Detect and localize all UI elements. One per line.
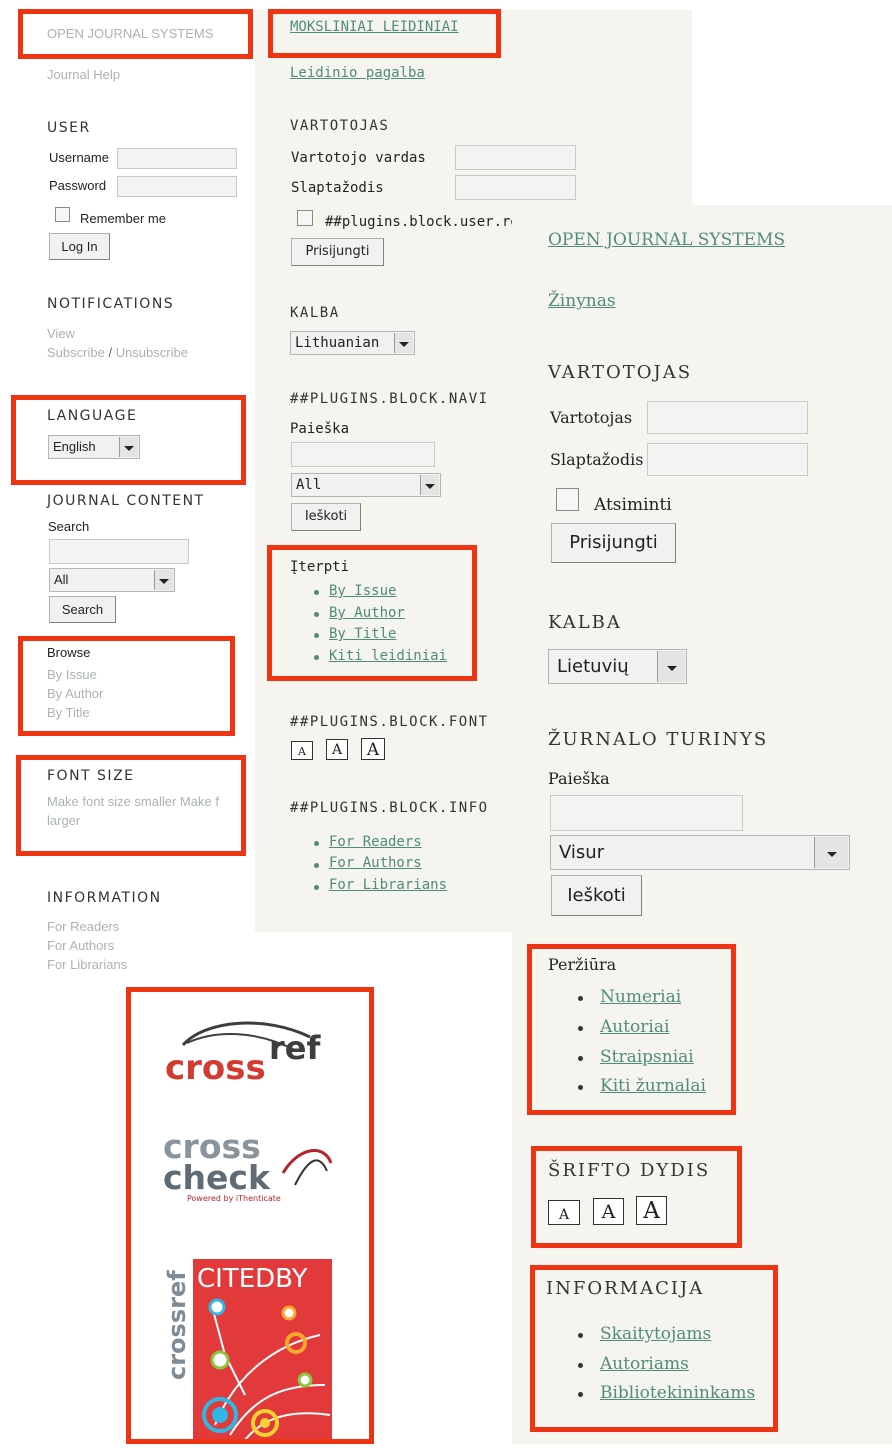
info-librarians-link[interactable]: For Librarians (47, 957, 127, 972)
help-link[interactable]: Žinynas (548, 291, 616, 311)
help-link[interactable]: Leidinio pagalba (290, 65, 425, 81)
unsubscribe-link[interactable]: Unsubscribe (116, 345, 188, 360)
language-selected: Lietuvių (557, 656, 629, 677)
search-button[interactable]: Ieškoti (291, 503, 361, 531)
highlight-box (531, 1146, 742, 1248)
password-label: Slaptažodis (291, 180, 384, 196)
search-scope-select[interactable]: All (49, 568, 175, 592)
search-label: Paieška (548, 769, 610, 788)
search-label: Paieška (290, 421, 350, 437)
highlight-box (527, 944, 736, 1115)
search-button[interactable]: Ieškoti (551, 875, 642, 916)
font-large-button[interactable]: A (361, 738, 385, 760)
password-label: Password (49, 178, 107, 193)
search-label: Search (48, 519, 90, 534)
remember-checkbox[interactable] (556, 488, 579, 511)
chevron-down-icon (657, 651, 685, 682)
highlight-box (126, 987, 374, 1444)
info-librarians-link[interactable]: For Librarians (329, 877, 447, 893)
chevron-down-icon (394, 333, 413, 353)
highlight-box (530, 1265, 778, 1432)
highlight-box (18, 636, 235, 736)
search-input[interactable] (291, 442, 435, 467)
search-scope-selected: Visur (559, 842, 605, 863)
info-readers-link[interactable]: For Readers (47, 919, 119, 934)
search-scope-selected: All (296, 477, 322, 493)
language-heading: KALBA (290, 305, 340, 321)
chevron-down-icon (814, 837, 848, 868)
subscribe-line: Subscribe / Unsubscribe (47, 345, 188, 360)
search-scope-select[interactable]: Visur (550, 835, 850, 870)
username-input[interactable] (647, 401, 808, 434)
info-authors-link[interactable]: For Authors (329, 855, 422, 871)
language-select[interactable]: Lietuvių (548, 649, 687, 684)
username-label: Vartotojo vardas (291, 150, 426, 166)
journal-help-link[interactable]: Journal Help (47, 67, 120, 82)
highlight-box (16, 755, 246, 856)
bullet-icon (314, 863, 319, 868)
remember-label: ##plugins.block.user.re (325, 214, 517, 230)
username-label: Username (49, 150, 109, 165)
highlight-box (268, 9, 501, 58)
highlight-box (18, 9, 253, 59)
site-title-link[interactable]: OPEN JOURNAL SYSTEMS (548, 230, 785, 250)
search-input[interactable] (49, 539, 189, 564)
username-label: Vartotojas (550, 408, 633, 427)
highlight-box (11, 395, 246, 485)
chevron-down-icon (420, 475, 439, 495)
username-input[interactable] (117, 148, 237, 169)
font-size-heading: ##PLUGINS.BLOCK.FONT (290, 714, 489, 730)
subscribe-link[interactable]: Subscribe (47, 345, 105, 360)
password-input[interactable] (117, 176, 237, 197)
username-input[interactable] (455, 145, 576, 170)
login-button[interactable]: Log In (49, 233, 110, 260)
remember-checkbox[interactable] (297, 210, 313, 226)
notifications-view-link[interactable]: View (47, 326, 75, 341)
remember-checkbox[interactable] (55, 207, 70, 222)
language-heading: KALBA (548, 612, 622, 633)
font-medium-button[interactable]: A (326, 739, 348, 760)
user-heading: VARTOTOJAS (548, 362, 693, 383)
user-heading: VARTOTOJAS (290, 118, 390, 134)
information-heading: ##PLUGINS.BLOCK.INFO (290, 800, 489, 816)
journal-content-heading: ŽURNALO TURINYS (548, 729, 769, 750)
user-heading: USER (47, 120, 91, 136)
navigation-heading: ##PLUGINS.BLOCK.NAVI (290, 391, 489, 407)
login-button[interactable]: Prisijungti (551, 523, 676, 563)
highlight-box (267, 545, 477, 681)
remember-label: Atsiminti (594, 495, 672, 515)
font-small-button[interactable]: A (291, 741, 313, 760)
sidebar-lithuanian-serif: OPEN JOURNAL SYSTEMS Žinynas VARTOTOJAS … (512, 205, 892, 1444)
search-scope-selected: All (54, 572, 69, 587)
search-input[interactable] (550, 795, 743, 831)
remember-label: Remember me (80, 211, 166, 226)
password-input[interactable] (647, 443, 808, 476)
language-selected: Lithuanian (295, 335, 380, 351)
search-button[interactable]: Search (49, 596, 116, 623)
information-heading: INFORMATION (47, 890, 162, 906)
notifications-heading: NOTIFICATIONS (47, 296, 175, 312)
password-input[interactable] (455, 175, 576, 200)
journal-content-heading: JOURNAL CONTENT (47, 493, 205, 509)
bullet-icon (314, 841, 319, 846)
info-authors-link[interactable]: For Authors (47, 938, 114, 953)
search-scope-select[interactable]: All (291, 473, 441, 497)
chevron-down-icon (154, 570, 173, 590)
login-button[interactable]: Prisijungti (291, 238, 384, 266)
subscribe-separator: / (108, 345, 113, 360)
password-label: Slaptažodis (550, 450, 644, 469)
language-select[interactable]: Lithuanian (290, 331, 415, 355)
info-readers-link[interactable]: For Readers (329, 834, 422, 850)
bullet-icon (314, 885, 319, 890)
